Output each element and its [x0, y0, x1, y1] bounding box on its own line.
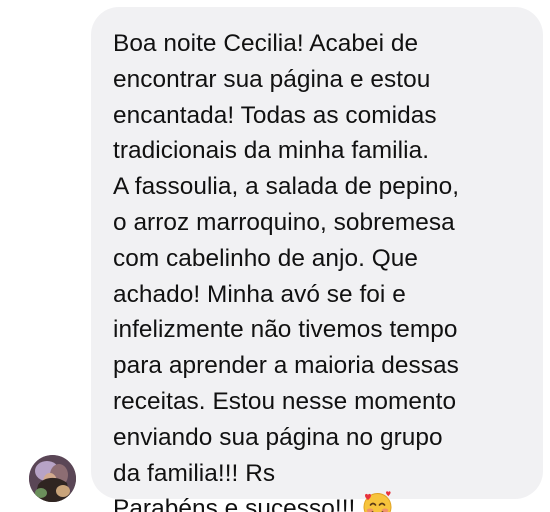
sender-avatar[interactable]: [29, 455, 76, 502]
message-text: Boa noite Cecilia! Acabei de encontrar s…: [113, 30, 460, 512]
chat-thread: Boa noite Cecilia! Acabei de encontrar s…: [0, 0, 550, 512]
avatar-photo: [29, 455, 76, 502]
smiling-face-with-hearts-icon: [361, 491, 394, 512]
message-bubble[interactable]: Boa noite Cecilia! Acabei de encontrar s…: [91, 7, 543, 512]
message-body: Boa noite Cecilia! Acabei de encontrar s…: [113, 26, 543, 512]
